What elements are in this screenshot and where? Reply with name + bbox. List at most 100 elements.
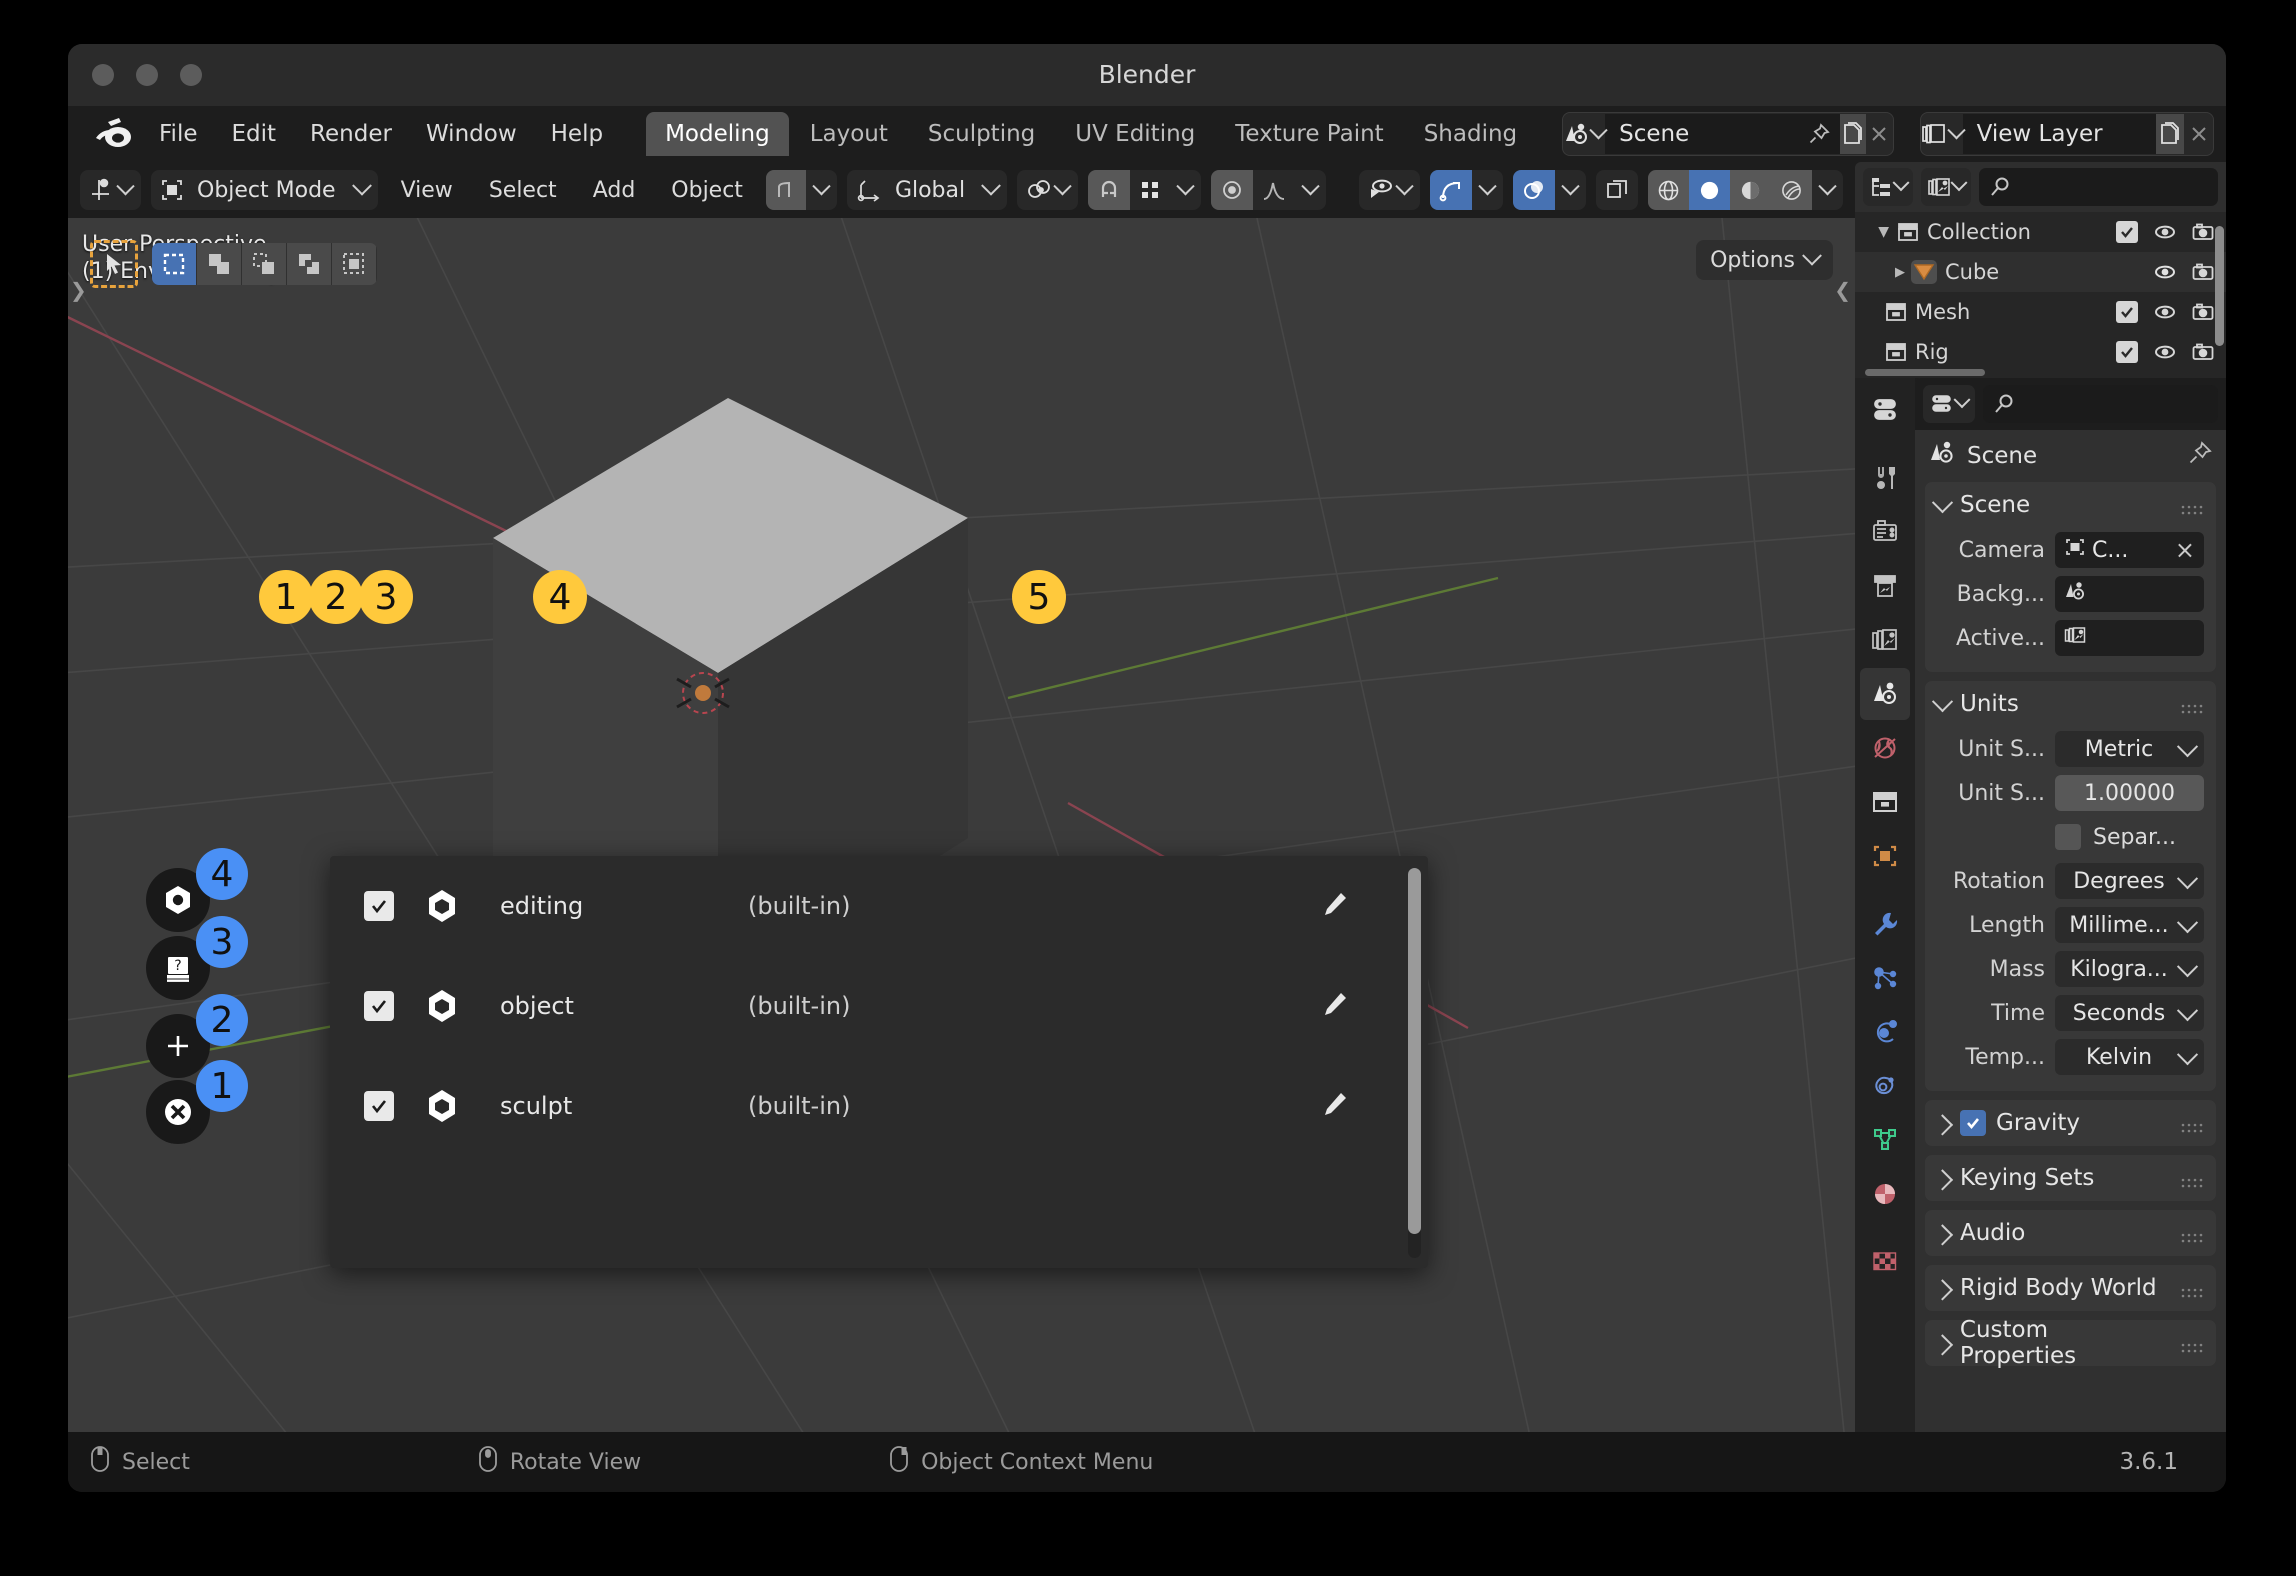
scene-selector[interactable]: Scene — [1562, 112, 1894, 156]
object-mode-icon[interactable] — [151, 170, 193, 210]
viewport-menu-select[interactable]: Select — [476, 172, 570, 209]
table-row[interactable]: object (built-in) — [330, 956, 1428, 1056]
viewport-options-button[interactable]: Options — [1696, 240, 1833, 280]
edit-corner-icon[interactable] — [765, 170, 806, 210]
sidebar-toggle-right-icon[interactable]: ❮ — [1834, 278, 1851, 302]
select-box-icon[interactable] — [152, 243, 197, 285]
row-enabled-checkbox[interactable] — [364, 991, 394, 1021]
panel-grip-icon[interactable] — [2180, 696, 2206, 714]
interaction-mode-selector[interactable]: Object Mode — [151, 170, 378, 210]
tab-collection[interactable] — [1860, 776, 1910, 828]
panel-scene-header[interactable]: Scene — [1925, 482, 2216, 528]
temperature-units-dropdown[interactable]: Kelvin — [2055, 1039, 2204, 1075]
edit-mode-chevron-icon[interactable] — [806, 170, 837, 210]
tab-constraints[interactable] — [1860, 1060, 1910, 1112]
new-view-layer-button[interactable] — [2155, 114, 2185, 154]
rendered-shading-icon[interactable] — [1771, 170, 1812, 210]
solid-shading-icon[interactable] — [1689, 170, 1730, 210]
view-layer-icon[interactable] — [1921, 114, 1966, 154]
tab-output[interactable] — [1860, 560, 1910, 612]
menu-render[interactable]: Render — [293, 115, 409, 153]
camera-icon[interactable] — [2188, 303, 2218, 321]
camera-icon[interactable] — [2188, 263, 2218, 281]
snap-target-icon[interactable] — [1130, 170, 1170, 210]
unit-scale-number-field[interactable]: 1.00000 — [2055, 775, 2204, 811]
proportional-edit-controls[interactable] — [1211, 170, 1327, 210]
tab-view-layer[interactable] — [1860, 614, 1910, 666]
popup-scrollbar[interactable] — [1408, 868, 1421, 1258]
workspace-tab-uv-editing[interactable]: UV Editing — [1056, 112, 1214, 156]
mesh-edit-mode-toggle[interactable] — [765, 170, 837, 210]
panel-custom-properties-header[interactable]: Custom Properties — [1925, 1317, 2216, 1369]
falloff-curve-icon[interactable] — [1253, 170, 1295, 210]
tab-world[interactable] — [1860, 722, 1910, 774]
eye-icon[interactable] — [2150, 343, 2180, 361]
tab-particles[interactable] — [1860, 952, 1910, 1004]
eye-icon[interactable] — [2150, 303, 2180, 321]
camera-icon[interactable] — [2188, 223, 2218, 241]
panel-grip-icon[interactable] — [2180, 497, 2206, 515]
chevron-down-icon[interactable] — [1931, 491, 1954, 513]
clear-camera-icon[interactable]: × — [2175, 536, 2195, 564]
panel-grip-icon[interactable] — [2180, 1280, 2206, 1298]
outliner-display-icon[interactable] — [1863, 168, 1913, 206]
outliner-row-rig[interactable]: Rig — [1855, 332, 2226, 372]
chevron-right-icon[interactable] — [1931, 1113, 1954, 1136]
outliner-row-collection[interactable]: ▼ Collection — [1855, 212, 2226, 252]
tab-material[interactable] — [1860, 1168, 1910, 1220]
menu-file[interactable]: File — [142, 115, 215, 153]
panel-units-header[interactable]: Units — [1925, 681, 2216, 727]
panel-rigid-body-world[interactable]: Rigid Body World — [1925, 1265, 2216, 1311]
row-enabled-checkbox[interactable] — [364, 1091, 394, 1121]
outliner-horizontal-scrollbar[interactable] — [1865, 369, 1985, 376]
panel-grip-icon[interactable] — [2180, 1170, 2206, 1188]
editor-type-icon[interactable] — [80, 170, 141, 210]
mode-label[interactable]: Object Mode — [193, 178, 346, 203]
new-scene-button[interactable] — [1840, 114, 1867, 154]
tab-object-data[interactable] — [1860, 1114, 1910, 1166]
snap-chevron-icon[interactable] — [1170, 170, 1201, 210]
properties-search-input[interactable] — [1983, 385, 2218, 423]
mass-units-dropdown[interactable]: Kilogra... — [2055, 951, 2204, 987]
tab-tool[interactable] — [1860, 452, 1910, 504]
transform-pivot-selector[interactable] — [1017, 170, 1079, 210]
unit-system-dropdown[interactable]: Metric — [2055, 731, 2204, 767]
chevron-right-icon[interactable] — [1931, 1278, 1954, 1301]
scene-data-icon[interactable] — [1563, 114, 1608, 154]
workspace-tab-layout[interactable]: Layout — [791, 112, 907, 156]
pin-scene-icon[interactable] — [1798, 114, 1840, 154]
view-layer-name[interactable]: View Layer — [1962, 114, 2156, 154]
tab-render[interactable] — [1860, 506, 1910, 558]
gizmo-icon[interactable] — [1430, 170, 1472, 210]
panel-grip-icon[interactable] — [2180, 1335, 2206, 1353]
visibility-eye-icon[interactable] — [1359, 170, 1420, 210]
panel-gravity[interactable]: Gravity — [1925, 1100, 2216, 1146]
workspace-tab-modeling[interactable]: Modeling — [646, 112, 789, 156]
table-row[interactable]: editing (built-in) — [330, 856, 1428, 956]
tab-texture[interactable] — [1860, 1236, 1910, 1288]
overlay-chevron-icon[interactable] — [1555, 170, 1586, 210]
overlay-controls[interactable] — [1513, 170, 1586, 210]
active-clip-field[interactable] — [2055, 620, 2204, 656]
orientation-chevron-icon[interactable] — [975, 170, 1007, 210]
background-scene-field[interactable] — [2055, 576, 2204, 612]
pencil-icon[interactable] — [1314, 890, 1354, 920]
tab-object[interactable] — [1860, 830, 1910, 882]
row-checkbox[interactable] — [2116, 221, 2138, 243]
orientation-label[interactable]: Global — [891, 178, 975, 203]
select-intersect-icon[interactable] — [332, 243, 377, 285]
view-layer-selector[interactable]: View Layer — [1919, 112, 2214, 156]
scene-name[interactable]: Scene — [1605, 114, 1799, 154]
xray-icon[interactable] — [1596, 170, 1638, 210]
row-enabled-checkbox[interactable] — [364, 891, 394, 921]
outliner-search-input[interactable] — [1979, 168, 2218, 206]
panel-keying-sets-header[interactable]: Keying Sets — [1925, 1155, 2216, 1201]
outliner-row-cube[interactable]: ▶ Cube — [1855, 252, 2226, 292]
panel-audio-header[interactable]: Audio — [1925, 1210, 2216, 1256]
pencil-icon[interactable] — [1314, 1090, 1354, 1120]
mode-chevron-down-icon[interactable] — [346, 170, 378, 210]
proportional-edit-icon[interactable] — [1211, 170, 1254, 210]
gizmo-controls[interactable] — [1430, 170, 1503, 210]
shading-chevron-icon[interactable] — [1812, 170, 1843, 210]
delete-scene-button[interactable] — [1866, 114, 1892, 154]
